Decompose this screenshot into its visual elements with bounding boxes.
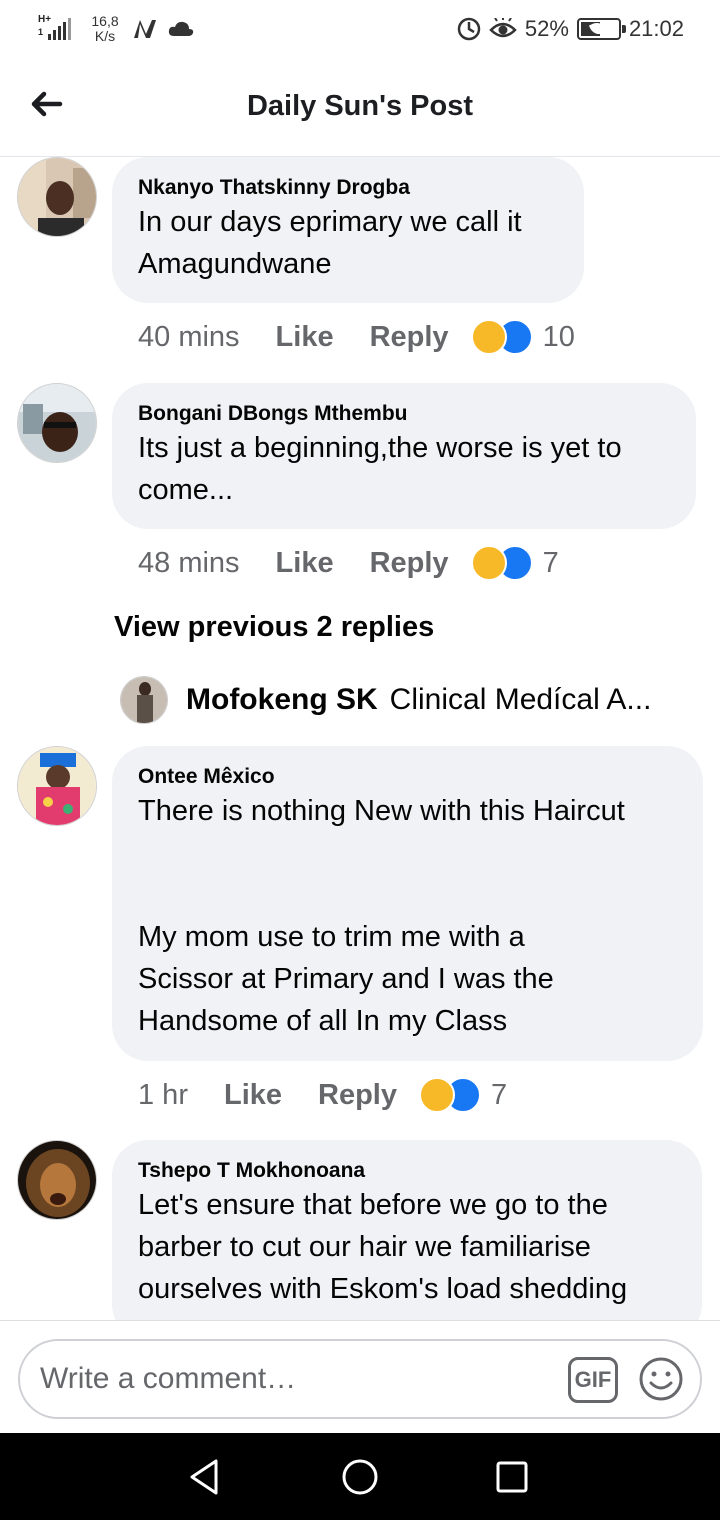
reply-button[interactable]: Reply — [318, 1079, 397, 1112]
nfc-icon — [134, 20, 156, 38]
reaction-count: 7 — [491, 1078, 508, 1111]
emoji-button[interactable] — [638, 1356, 684, 1402]
comment-actions: 40 mins Like Reply 10 — [138, 317, 575, 357]
page-header: Daily Sun's Post — [0, 62, 720, 157]
avatar-image — [121, 677, 167, 723]
status-bar: H+ 1 16,8 K/s 52% 21:02 — [0, 0, 720, 62]
avatar[interactable] — [17, 383, 97, 463]
comment-input[interactable] — [40, 1355, 560, 1403]
comment-time[interactable]: 40 mins — [138, 321, 240, 354]
cloud-icon — [168, 21, 194, 36]
comment-author[interactable]: Nkanyo Thatskinny Drogba — [138, 175, 558, 201]
network-sim: 1 — [38, 27, 44, 37]
comment-text: There is nothing New with this Haircut M… — [138, 795, 625, 1037]
status-right: 52% 21:02 — [457, 16, 684, 42]
comment-time[interactable]: 48 mins — [138, 547, 240, 580]
view-previous-replies-link[interactable]: View previous 2 replies — [114, 611, 434, 644]
comment-text: In our days eprimary we call it Amagundw… — [138, 206, 522, 280]
triangle-back-icon — [190, 1459, 218, 1495]
comment-input-container[interactable]: GIF — [18, 1339, 702, 1419]
gif-button[interactable]: GIF — [568, 1357, 618, 1403]
reply-button[interactable]: Reply — [370, 547, 449, 580]
comment-time[interactable]: 1 hr — [138, 1079, 188, 1112]
reply-author[interactable]: Mofokeng SK — [186, 683, 378, 717]
comment-bubble[interactable]: Tshepo T Mokhonoana Let's ensure that be… — [112, 1140, 702, 1320]
smiley-icon — [639, 1357, 683, 1401]
comment-actions: 48 mins Like Reply 7 — [138, 543, 559, 583]
haha-reaction-icon — [470, 319, 507, 355]
reply-preview[interactable]: Mofokeng SK Clinical Medícal A... — [120, 675, 651, 725]
battery-percent: 52% — [524, 16, 569, 41]
like-button[interactable]: Like — [276, 321, 334, 354]
signal-icon: H+ 1 — [38, 14, 78, 44]
reactions-summary[interactable]: 10 — [470, 319, 575, 355]
battery-icon — [576, 18, 626, 40]
nav-back-button[interactable] — [184, 1455, 228, 1499]
comment-text: Its just a beginning,the worse is yet to… — [138, 432, 622, 506]
network-speed-unit: K/s — [94, 28, 116, 44]
data-saver-icon — [457, 17, 481, 41]
nav-recents-button[interactable] — [490, 1455, 534, 1499]
comment-actions: 1 hr Like Reply 7 — [138, 1075, 507, 1115]
eye-comfort-icon — [489, 18, 517, 38]
reactions-summary[interactable]: 7 — [470, 545, 559, 581]
comment-text: Let's ensure that before we go to the ba… — [138, 1189, 628, 1305]
circle-home-icon — [342, 1459, 378, 1495]
lion-avatar-image — [18, 1141, 96, 1219]
avatar[interactable] — [17, 746, 97, 826]
system-nav-bar — [0, 1433, 720, 1520]
comment-bubble[interactable]: Bongani DBongs Mthembu Its just a beginn… — [112, 383, 696, 529]
haha-reaction-icon — [470, 545, 507, 581]
comment-bubble[interactable]: Ontee Mêxico There is nothing New with t… — [112, 746, 703, 1061]
like-button[interactable]: Like — [224, 1079, 282, 1112]
reaction-count: 10 — [542, 320, 575, 353]
comment-composer: GIF — [0, 1320, 720, 1433]
haha-reaction-icon — [419, 1077, 455, 1113]
comment-author[interactable]: Bongani DBongs Mthembu — [138, 401, 670, 427]
like-button[interactable]: Like — [276, 547, 334, 580]
comment-author[interactable]: Tshepo T Mokhonoana — [138, 1158, 676, 1184]
avatar[interactable] — [17, 157, 97, 237]
reply-button[interactable]: Reply — [370, 321, 449, 354]
page-title: Daily Sun's Post — [246, 90, 474, 122]
square-recents-icon — [496, 1461, 528, 1493]
network-speed-value: 16,8 — [91, 13, 119, 29]
clock: 21:02 — [628, 16, 684, 41]
avatar[interactable] — [17, 1140, 97, 1220]
status-left: H+ 1 16,8 K/s — [38, 14, 194, 44]
gif-label: GIF — [574, 1367, 612, 1392]
comment-author[interactable]: Ontee Mêxico — [138, 764, 677, 790]
comment-bubble[interactable]: Nkanyo Thatskinny Drogba In our days epr… — [112, 157, 584, 303]
signal-bars — [48, 18, 71, 40]
nav-home-button[interactable] — [338, 1455, 382, 1499]
reactions-summary[interactable]: 7 — [419, 1077, 507, 1113]
reply-snippet: Clinical Medícal A... — [389, 683, 652, 716]
comments-list[interactable]: Nkanyo Thatskinny Drogba In our days epr… — [0, 157, 720, 1320]
avatar-image — [18, 747, 96, 825]
reaction-count: 7 — [542, 546, 559, 579]
network-speed: 16,8 K/s — [88, 14, 122, 44]
reply-avatar[interactable] — [120, 676, 168, 724]
avatar-image — [18, 384, 96, 462]
avatar-image — [18, 158, 96, 236]
